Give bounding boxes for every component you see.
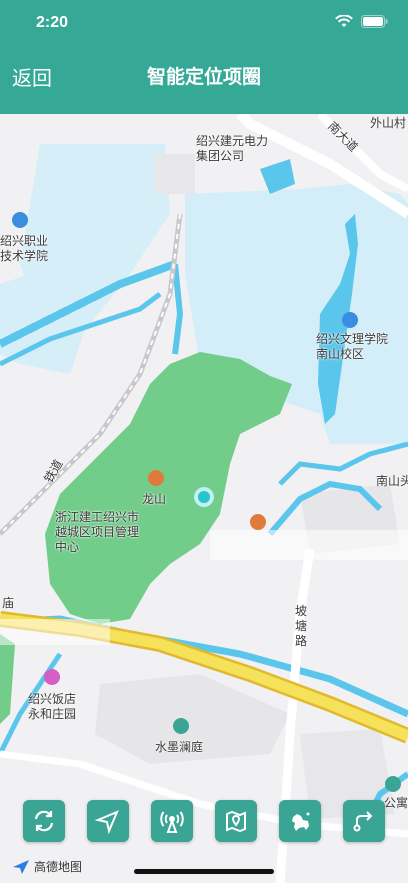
map-label: 绍兴文理学院南山校区 xyxy=(316,332,389,361)
map-label: 南山头 xyxy=(376,474,408,488)
map-view[interactable]: 外山村 南大道 绍兴建元电力集团公司 绍兴职业技术学院 绍兴文理学院南山校区 龙… xyxy=(0,114,408,883)
residence-icon xyxy=(385,776,401,792)
status-icons xyxy=(335,15,388,28)
residence-icon xyxy=(173,718,189,734)
school-icon xyxy=(12,212,28,228)
map-label: 绍兴建元电力集团公司 xyxy=(196,134,269,163)
status-time: 2:20 xyxy=(36,14,69,31)
map-label: 龙山 xyxy=(142,492,167,506)
map-label: 绍兴饭店永和庄园 xyxy=(28,692,77,721)
locate-button[interactable] xyxy=(87,800,129,842)
signal-tower-icon xyxy=(160,811,184,833)
map-toolbar xyxy=(0,800,408,844)
amap-logo: 高德地图 xyxy=(12,858,82,875)
landmark-icon xyxy=(148,470,164,486)
map-canvas xyxy=(0,114,408,883)
page-title: 智能定位项圈 xyxy=(146,66,261,88)
building-block xyxy=(155,154,195,194)
route-icon xyxy=(353,811,373,832)
refresh-button[interactable] xyxy=(23,800,65,842)
map-fence-button[interactable] xyxy=(215,800,257,842)
overlay-band xyxy=(0,619,110,645)
status-bar: 2:20 xyxy=(0,0,408,44)
home-indicator[interactable] xyxy=(134,869,274,874)
signal-button[interactable] xyxy=(151,800,193,842)
map-label: 外山村 xyxy=(370,116,407,130)
amap-logo-label: 高德地图 xyxy=(34,860,83,874)
map-label: 浙江建工绍兴市越城区项目管理中心 xyxy=(55,510,140,554)
refresh-icon xyxy=(34,810,54,832)
dog-icon xyxy=(292,812,310,831)
map-pin-icon xyxy=(226,810,246,833)
track-button[interactable] xyxy=(343,800,385,842)
map-label: 庙 xyxy=(2,596,15,610)
overlay-band xyxy=(210,530,408,560)
map-label: 坡塘路 xyxy=(295,604,308,648)
battery-icon xyxy=(361,15,388,28)
navigation-arrow-icon xyxy=(95,810,119,834)
school-icon xyxy=(342,312,358,328)
wifi-icon xyxy=(335,15,353,27)
map-label: 绍兴职业技术学院 xyxy=(0,234,49,263)
amap-logo-icon xyxy=(13,859,29,874)
hotel-icon xyxy=(44,669,60,685)
landmark-icon xyxy=(250,514,266,530)
nav-bar: 返回 智能定位项圈 xyxy=(0,44,408,114)
map-label: 水墨澜庭 xyxy=(155,740,204,754)
pet-button[interactable] xyxy=(279,800,321,842)
